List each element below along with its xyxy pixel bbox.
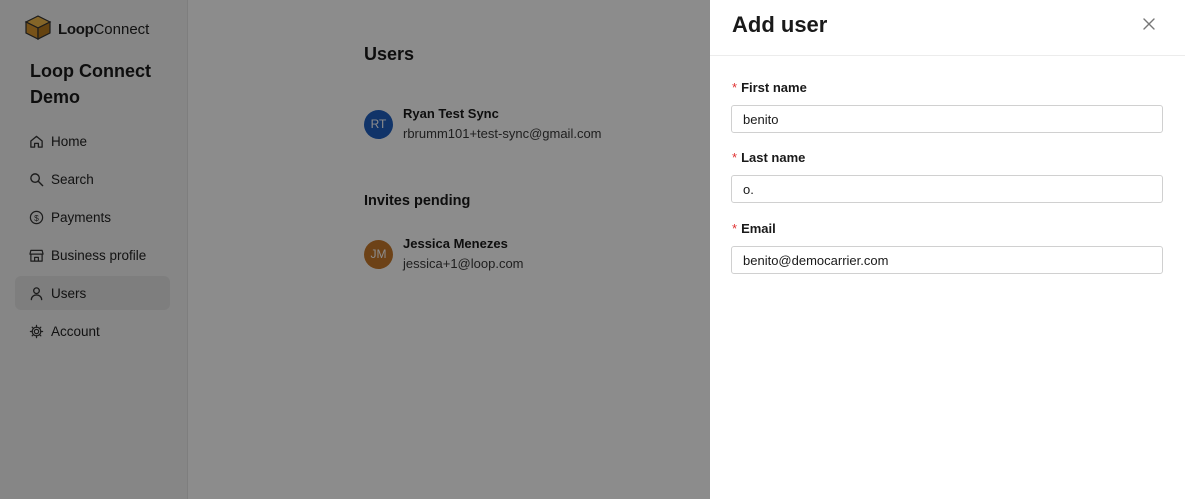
required-marker: * <box>732 80 738 95</box>
last-name-label: * Last name <box>732 150 806 165</box>
close-icon <box>1143 17 1155 35</box>
app: LoopConnect Loop Connect Demo Home Searc… <box>0 0 1185 499</box>
first-name-label: * First name <box>732 80 807 95</box>
close-button[interactable] <box>1141 18 1157 34</box>
email-field[interactable] <box>731 246 1163 274</box>
first-name-field[interactable] <box>731 105 1163 133</box>
add-user-drawer: Add user *First name *Last name *Email <box>710 0 1185 499</box>
email-label: * Email <box>732 221 776 236</box>
drawer-title: Add user <box>732 12 828 37</box>
required-marker: * <box>732 221 738 236</box>
drawer-header: Add user <box>710 0 1185 56</box>
last-name-field[interactable] <box>731 175 1163 203</box>
required-marker: * <box>732 150 738 165</box>
